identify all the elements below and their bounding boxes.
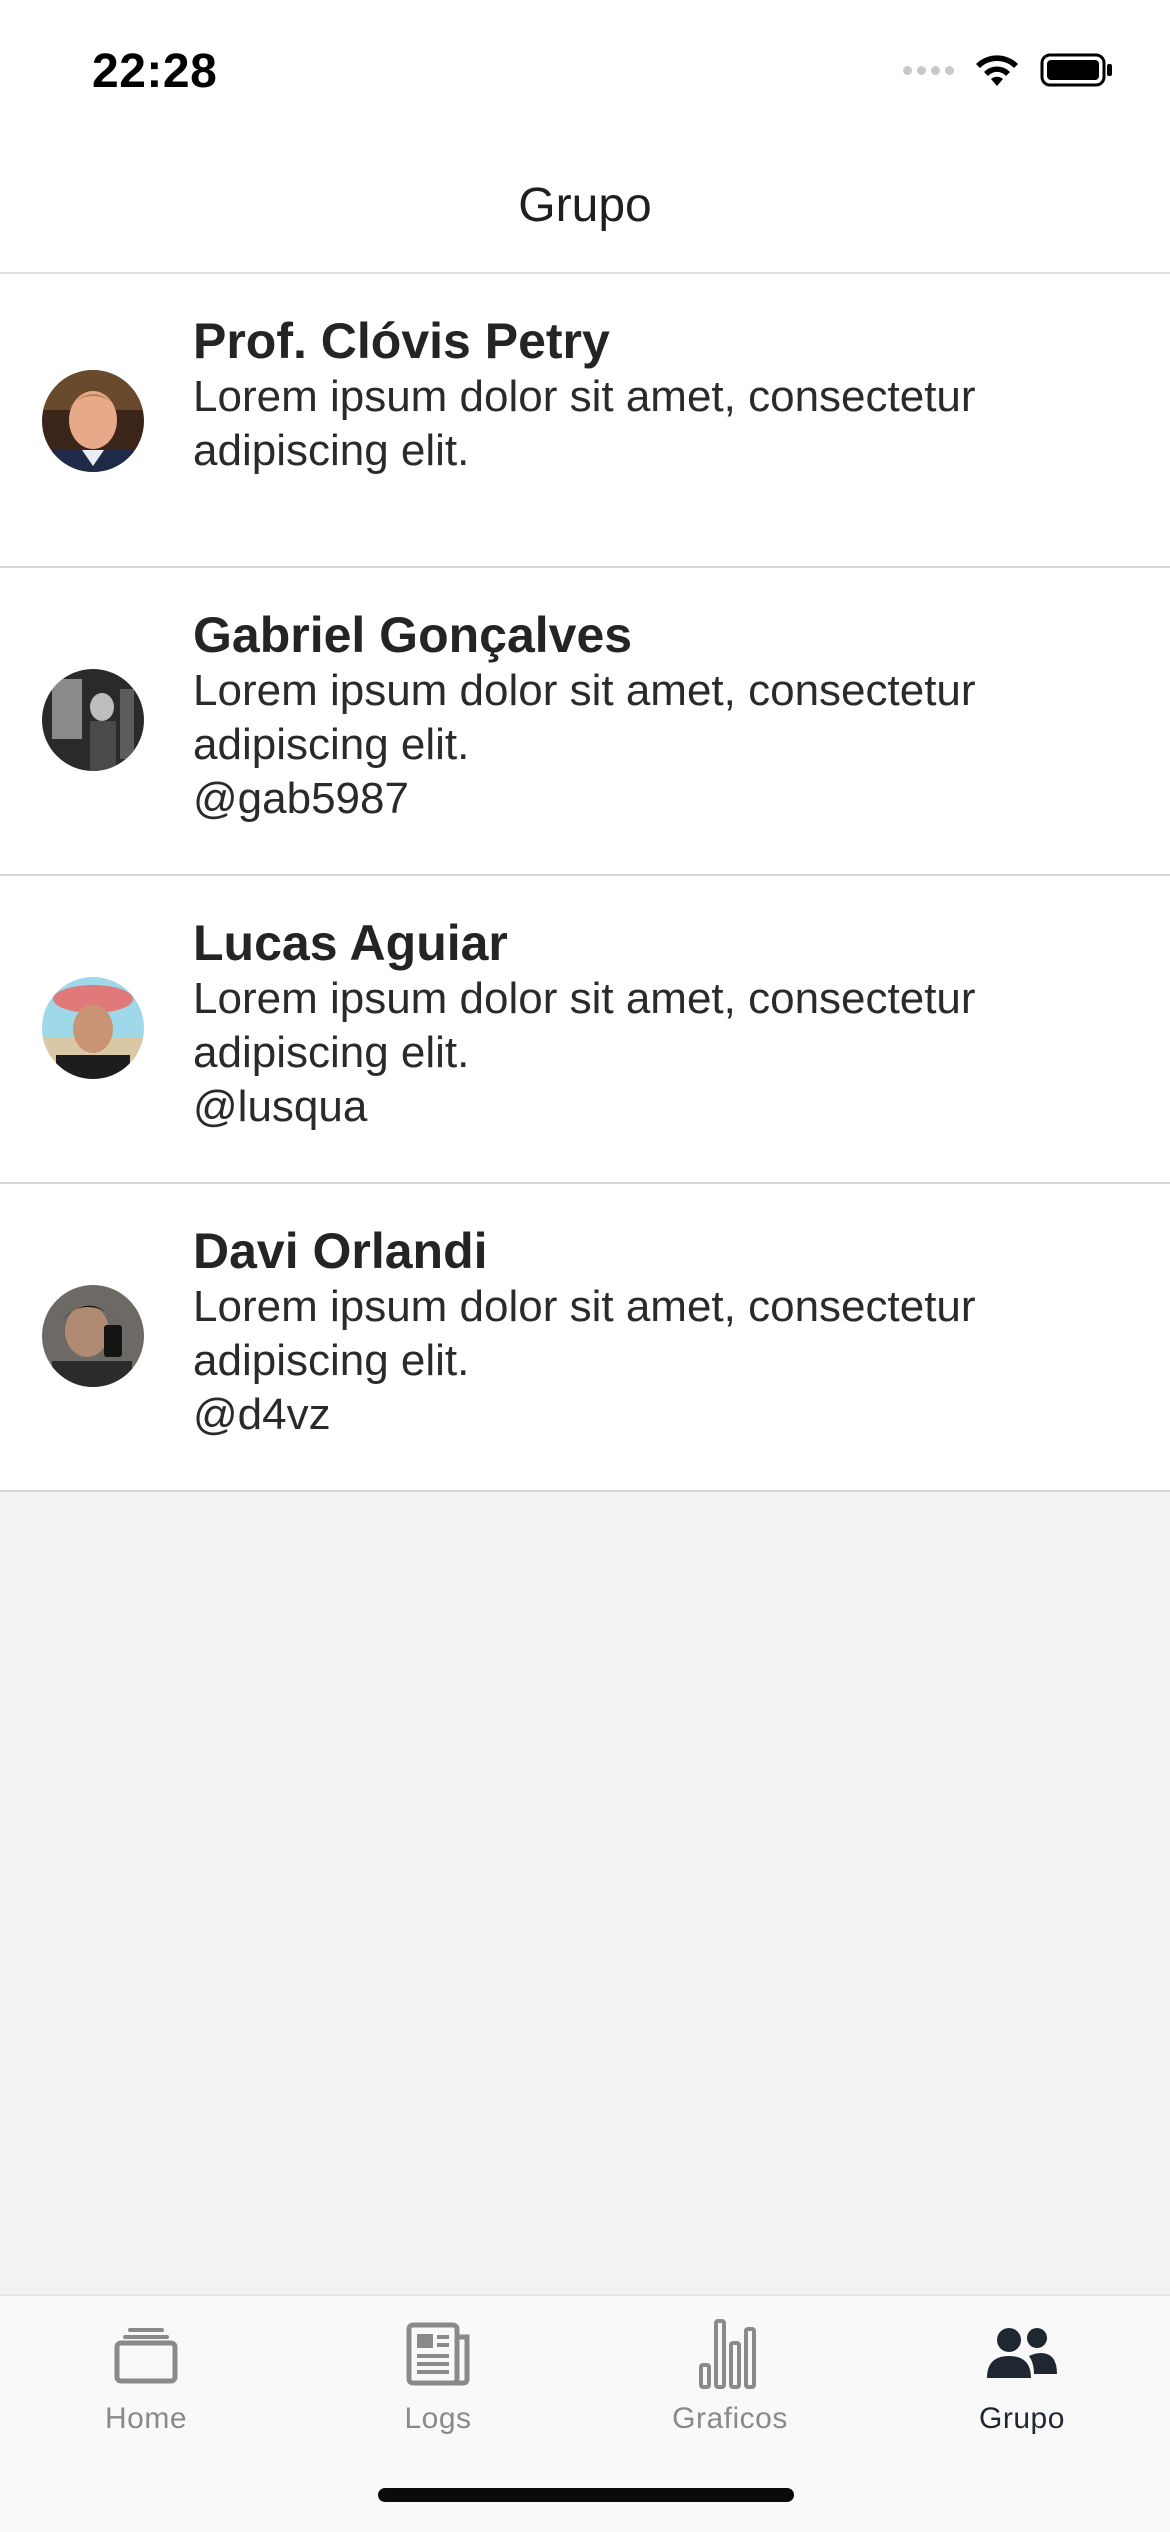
member-info: Prof. Clóvis Petry Lorem ipsum dolor sit… (193, 312, 1130, 478)
tab-grupo[interactable]: Grupo (876, 2296, 1168, 2456)
status-time: 22:28 (92, 45, 218, 98)
member-handle: @lusqua (193, 1082, 368, 1131)
member-description: Lorem ipsum dolor sit amet, consectetur … (193, 666, 976, 769)
member-description: Lorem ipsum dolor sit amet, consectetur … (193, 1282, 976, 1385)
avatar (42, 1285, 144, 1387)
avatar (42, 370, 144, 472)
member-info: Gabriel Gonçalves Lorem ipsum dolor sit … (193, 606, 1130, 826)
member-list: Prof. Clóvis Petry Lorem ipsum dolor sit… (0, 274, 1170, 1492)
member-name: Gabriel Gonçalves (193, 607, 633, 663)
list-item[interactable]: Lucas Aguiar Lorem ipsum dolor sit amet,… (0, 876, 1170, 1184)
member-handle: @d4vz (193, 1390, 331, 1439)
member-description: Lorem ipsum dolor sit amet, consectetur … (193, 974, 976, 1077)
list-item[interactable]: Prof. Clóvis Petry Lorem ipsum dolor sit… (0, 274, 1170, 568)
battery-icon (1040, 52, 1114, 88)
member-name: Davi Orlandi (193, 1223, 488, 1279)
list-item[interactable]: Davi Orlandi Lorem ipsum dolor sit amet,… (0, 1184, 1170, 1492)
member-info: Lucas Aguiar Lorem ipsum dolor sit amet,… (193, 914, 1130, 1134)
home-indicator[interactable] (378, 2488, 794, 2502)
member-info: Davi Orlandi Lorem ipsum dolor sit amet,… (193, 1222, 1130, 1442)
status-bar: 22:28 (0, 0, 1170, 150)
avatar (42, 669, 144, 771)
cellular-signal-icon (903, 65, 954, 75)
tab-graficos[interactable]: Graficos (584, 2296, 876, 2456)
tab-label: Graficos (672, 2402, 788, 2435)
page-title: Grupo (518, 179, 652, 232)
layers-icon (114, 2318, 178, 2390)
member-description: Lorem ipsum dolor sit amet, consectetur … (193, 372, 976, 475)
member-name: Prof. Clóvis Petry (193, 313, 610, 369)
list-item[interactable]: Gabriel Gonçalves Lorem ipsum dolor sit … (0, 568, 1170, 876)
newspaper-icon (405, 2318, 471, 2390)
status-icons (903, 52, 1114, 88)
tab-label: Grupo (979, 2402, 1065, 2435)
member-handle: @gab5987 (193, 774, 409, 823)
member-name: Lucas Aguiar (193, 915, 508, 971)
bar-chart-icon (698, 2318, 762, 2390)
tab-logs[interactable]: Logs (292, 2296, 584, 2456)
tab-label: Home (104, 2402, 188, 2435)
people-icon (985, 2318, 1059, 2390)
tab-home[interactable]: Home (0, 2296, 292, 2456)
tab-label: Logs (404, 2402, 472, 2435)
top-bar: 22:28 Grupo (0, 0, 1170, 274)
wifi-icon (972, 52, 1022, 88)
avatar (42, 977, 144, 1079)
